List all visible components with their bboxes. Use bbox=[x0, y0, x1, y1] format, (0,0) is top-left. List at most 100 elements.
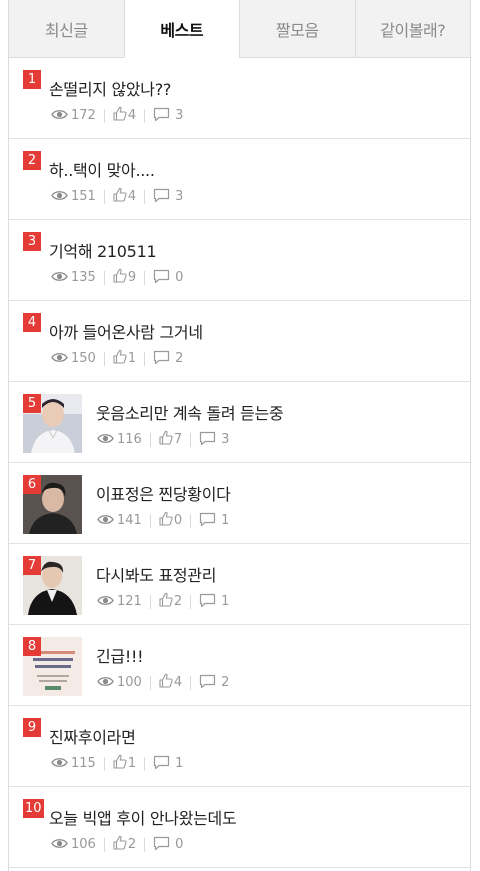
like-count: 4 bbox=[127, 189, 137, 204]
post-title[interactable]: 손떨리지 않았나?? bbox=[49, 76, 171, 100]
post-meta: 121 2 1 bbox=[97, 591, 229, 612]
thumbs-up-icon bbox=[113, 349, 127, 368]
post-meta: 141 0 1 bbox=[97, 510, 229, 531]
view-count: 151 bbox=[71, 189, 96, 204]
view-count: 135 bbox=[71, 270, 96, 285]
eye-icon bbox=[51, 838, 68, 853]
divider bbox=[144, 756, 146, 771]
divider bbox=[103, 108, 105, 123]
divider bbox=[149, 513, 151, 528]
post-meta: 115 1 1 bbox=[51, 753, 183, 774]
post-item[interactable]: 9 진짜후이라면 115 1 1 bbox=[9, 706, 470, 787]
comment-icon bbox=[153, 836, 170, 855]
comment-icon bbox=[153, 269, 170, 288]
comment-icon bbox=[153, 350, 170, 369]
post-title[interactable]: 아까 들어온사람 그거네 bbox=[49, 319, 203, 343]
eye-icon bbox=[97, 433, 114, 448]
thumbs-up-icon bbox=[159, 511, 173, 530]
comment-icon bbox=[199, 431, 216, 450]
post-meta: 172 4 3 bbox=[51, 105, 183, 126]
comment-icon bbox=[199, 674, 216, 693]
rank-badge: 7 bbox=[23, 556, 41, 575]
tab-best[interactable]: 베스트 bbox=[123, 0, 239, 58]
post-meta: 135 9 0 bbox=[51, 267, 183, 288]
post-title[interactable]: 이표정은 찐당황이다 bbox=[96, 481, 231, 505]
tab-images[interactable]: 짤모음 bbox=[239, 0, 355, 57]
like-count: 2 bbox=[173, 594, 183, 609]
like-count: 1 bbox=[127, 756, 137, 771]
comment-count: 0 bbox=[175, 270, 184, 285]
post-title[interactable]: 긴급!!! bbox=[96, 643, 143, 667]
eye-icon bbox=[51, 352, 68, 367]
comment-count: 0 bbox=[175, 837, 184, 852]
comment-count: 3 bbox=[221, 432, 230, 447]
comment-count: 1 bbox=[221, 594, 230, 609]
view-count: 121 bbox=[117, 594, 142, 609]
post-item[interactable]: 4 아까 들어온사람 그거네 150 1 2 bbox=[9, 301, 470, 382]
rank-badge: 9 bbox=[23, 718, 41, 737]
post-title[interactable]: 진짜후이라면 bbox=[49, 724, 136, 748]
view-count: 150 bbox=[71, 351, 96, 366]
like-count: 0 bbox=[173, 513, 183, 528]
thumbs-up-icon bbox=[113, 754, 127, 773]
divider bbox=[103, 837, 105, 852]
divider bbox=[144, 189, 146, 204]
thumbs-up-icon bbox=[159, 592, 173, 611]
tab-watch-together[interactable]: 같이볼래? bbox=[354, 0, 470, 57]
post-item[interactable]: 2 하..택이 맞아.... 151 4 3 bbox=[9, 139, 470, 220]
like-count: 4 bbox=[173, 675, 183, 690]
thumbs-up-icon bbox=[159, 430, 173, 449]
comment-icon bbox=[153, 188, 170, 207]
post-title[interactable]: 기억해 210511 bbox=[49, 238, 157, 262]
divider bbox=[103, 351, 105, 366]
view-count: 141 bbox=[117, 513, 142, 528]
post-item[interactable]: 3 기억해 210511 135 9 0 bbox=[9, 220, 470, 301]
post-item[interactable]: 1 손떨리지 않았나?? 172 4 3 bbox=[9, 58, 470, 139]
post-title[interactable]: 하..택이 맞아.... bbox=[49, 157, 155, 181]
eye-icon bbox=[97, 676, 114, 691]
divider bbox=[144, 351, 146, 366]
divider bbox=[190, 594, 192, 609]
divider bbox=[190, 675, 192, 690]
post-meta: 100 4 2 bbox=[97, 672, 229, 693]
rank-badge: 3 bbox=[23, 232, 41, 251]
post-title[interactable]: 다시봐도 표정관리 bbox=[96, 562, 216, 586]
rank-badge: 4 bbox=[23, 313, 41, 332]
rank-badge: 2 bbox=[23, 151, 41, 170]
rank-badge: 10 bbox=[23, 799, 44, 818]
post-list: 1 손떨리지 않았나?? 172 4 3 2 하..택이 맞아.... 151 4 … bbox=[9, 58, 470, 868]
post-item[interactable]: 8 긴급!!! 100 4 2 bbox=[9, 625, 470, 706]
comment-count: 2 bbox=[175, 351, 184, 366]
rank-badge: 5 bbox=[23, 394, 41, 413]
thumbs-up-icon bbox=[113, 106, 127, 125]
thumbs-up-icon bbox=[159, 673, 173, 692]
tab-latest[interactable]: 최신글 bbox=[9, 0, 124, 57]
comment-icon bbox=[153, 107, 170, 126]
board-container: 최신글 베스트 짤모음 같이볼래? 1 손떨리지 않았나?? 172 4 3 2하… bbox=[8, 0, 471, 871]
comment-count: 1 bbox=[175, 756, 184, 771]
view-count: 115 bbox=[71, 756, 96, 771]
post-item[interactable]: 7 다시봐도 표정관리 121 2 1 bbox=[9, 544, 470, 625]
like-count: 7 bbox=[173, 432, 183, 447]
rank-badge: 1 bbox=[23, 70, 41, 89]
comment-count: 1 bbox=[221, 513, 230, 528]
thumbs-up-icon bbox=[113, 835, 127, 854]
divider bbox=[144, 108, 146, 123]
view-count: 100 bbox=[117, 675, 142, 690]
post-item[interactable]: 6 이표정은 찐당황이다 141 0 1 bbox=[9, 463, 470, 544]
thumbs-up-icon bbox=[113, 268, 127, 287]
post-title[interactable]: 오늘 빅앱 후이 안나왔는데도 bbox=[49, 805, 237, 829]
post-item[interactable]: 5 웃음소리만 계속 돌려 듣는중 116 7 3 bbox=[9, 382, 470, 463]
comment-icon bbox=[199, 593, 216, 612]
post-meta: 106 2 0 bbox=[51, 834, 183, 855]
comment-count: 2 bbox=[221, 675, 230, 690]
divider bbox=[144, 837, 146, 852]
divider bbox=[103, 270, 105, 285]
post-title[interactable]: 웃음소리만 계속 돌려 듣는중 bbox=[96, 400, 284, 424]
comment-icon bbox=[199, 512, 216, 531]
like-count: 4 bbox=[127, 108, 137, 123]
view-count: 106 bbox=[71, 837, 96, 852]
eye-icon bbox=[97, 595, 114, 610]
post-item[interactable]: 10 오늘 빅앱 후이 안나왔는데도 106 2 0 bbox=[9, 787, 470, 868]
divider bbox=[103, 189, 105, 204]
